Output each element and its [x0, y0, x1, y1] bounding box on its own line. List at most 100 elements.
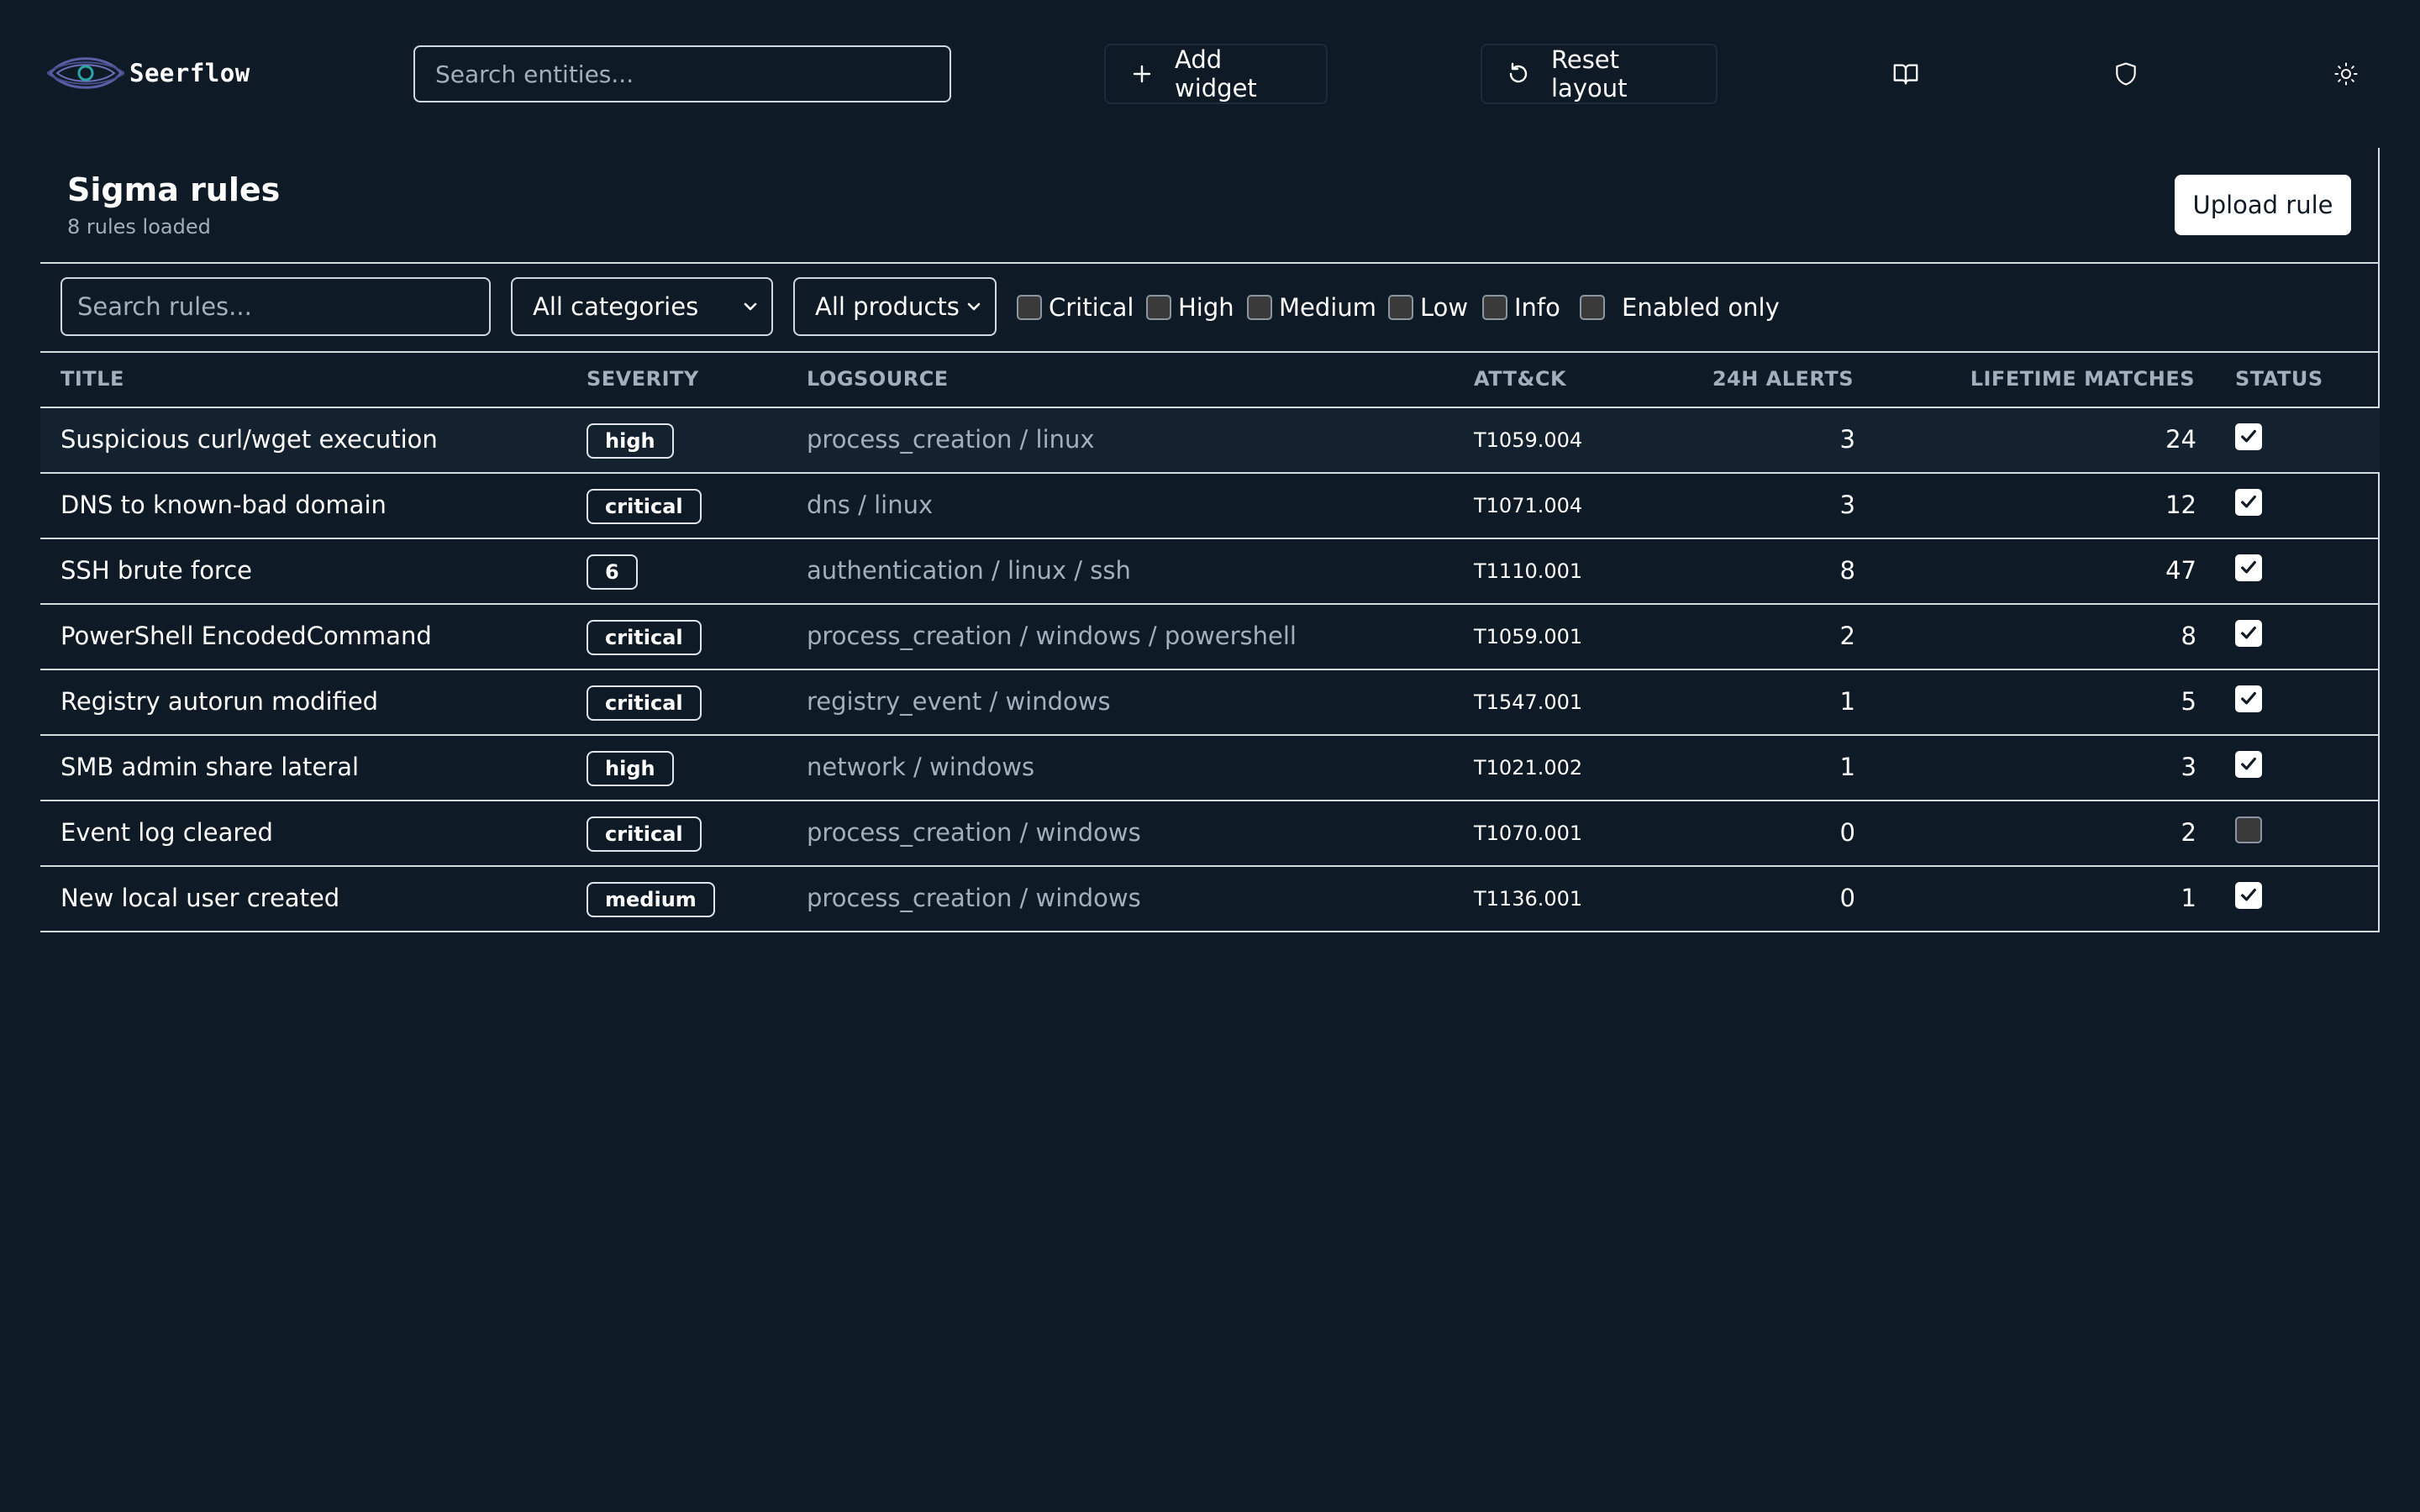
severity-badge: high: [587, 751, 674, 786]
filter-low-checkbox[interactable]: Low: [1388, 293, 1468, 322]
logsource: dns / linux: [807, 491, 934, 519]
category-select[interactable]: All categories: [511, 277, 773, 336]
divider: [40, 262, 2380, 264]
logsource: process_creation / windows: [807, 818, 1141, 847]
lifetime-matches: 24: [2165, 425, 2196, 454]
panel-title: Sigma rules: [67, 171, 281, 208]
app-name: Seerflow: [129, 59, 250, 87]
severity-badge: critical: [587, 816, 702, 852]
checkmark-icon: [2241, 626, 2256, 639]
severity-badge: high: [587, 423, 674, 459]
col-24h-alerts[interactable]: 24H ALERTS: [1712, 367, 1854, 391]
checkmark-icon: [2241, 691, 2256, 705]
rules-count: 8 rules loaded: [67, 215, 211, 239]
lifetime-matches: 3: [2181, 753, 2196, 781]
reset-layout-button[interactable]: Reset layout: [1481, 44, 1718, 104]
checkbox[interactable]: [1388, 295, 1413, 320]
checkmark-icon: [2241, 495, 2256, 508]
rule-enabled-checkbox[interactable]: [2235, 685, 2262, 712]
col-attck[interactable]: ATT&CK: [1474, 367, 1566, 391]
rule-enabled-checkbox[interactable]: [2235, 751, 2262, 778]
severity-badge: medium: [587, 882, 715, 917]
table-row[interactable]: Registry autorun modified critical registr…: [40, 670, 2380, 736]
col-severity[interactable]: SEVERITY: [587, 367, 699, 391]
alerts-24h: 3: [1839, 491, 1855, 519]
logsource: process_creation / windows / powershell: [807, 622, 1297, 650]
checkbox[interactable]: [1017, 295, 1042, 320]
alerts-24h: 2: [1839, 622, 1855, 650]
table-row[interactable]: DNS to known-bad domain critical dns / lin…: [40, 474, 2380, 539]
attck-technique: T1059.001: [1474, 625, 1583, 648]
col-logsource[interactable]: LOGSOURCE: [807, 367, 949, 391]
product-select-value: All products: [815, 292, 960, 321]
severity-badge: critical: [587, 685, 702, 721]
table-row[interactable]: SMB admin share lateral high network / win…: [40, 736, 2380, 801]
logsource: authentication / linux / ssh: [807, 556, 1131, 585]
rule-title[interactable]: SSH brute force: [60, 556, 252, 585]
filter-info-checkbox[interactable]: Info: [1482, 293, 1560, 322]
table-row[interactable]: Suspicious curl/wget execution high proces…: [40, 408, 2380, 474]
security-button[interactable]: [2111, 59, 2141, 89]
alerts-24h: 3: [1839, 425, 1855, 454]
theme-toggle-button[interactable]: [2331, 59, 2361, 89]
checkbox[interactable]: [1482, 295, 1507, 320]
rule-enabled-checkbox[interactable]: [2235, 816, 2262, 843]
rule-title[interactable]: PowerShell EncodedCommand: [60, 622, 432, 650]
checkbox[interactable]: [1580, 295, 1605, 320]
rule-title[interactable]: New local user created: [60, 884, 339, 912]
logsource: network / windows: [807, 753, 1035, 781]
enabled-only-label: Enabled only: [1622, 293, 1780, 322]
sun-icon: [2334, 62, 2358, 86]
severity-badge: critical: [587, 489, 702, 524]
rule-title[interactable]: Event log cleared: [60, 818, 273, 847]
attck-technique: T1071.004: [1474, 494, 1583, 517]
severity-badge: critical: [587, 620, 702, 655]
table-row[interactable]: PowerShell EncodedCommand critical process…: [40, 605, 2380, 670]
entity-search-input[interactable]: [413, 45, 951, 102]
rule-title[interactable]: DNS to known-bad domain: [60, 491, 387, 519]
shield-icon: [2116, 62, 2136, 86]
rule-title[interactable]: Suspicious curl/wget execution: [60, 425, 438, 454]
rule-title[interactable]: SMB admin share lateral: [60, 753, 359, 781]
sigma-rules-panel: Sigma rules 8 rules loaded Upload rule A…: [40, 148, 2380, 932]
alerts-24h: 1: [1839, 687, 1855, 716]
table-row[interactable]: Event log cleared critical process_creatio…: [40, 801, 2380, 867]
chevron-down-icon: [965, 297, 983, 316]
col-status[interactable]: STATUS: [2235, 367, 2323, 391]
table-row[interactable]: SSH brute force 6 authentication / linux /…: [40, 539, 2380, 605]
checkbox[interactable]: [1247, 295, 1272, 320]
alerts-24h: 0: [1839, 884, 1855, 912]
brand[interactable]: Seerflow: [47, 50, 250, 96]
enabled-only-checkbox[interactable]: Enabled only: [1580, 293, 1780, 322]
alerts-24h: 1: [1839, 753, 1855, 781]
alerts-24h: 0: [1839, 818, 1855, 847]
col-title[interactable]: TITLE: [60, 367, 124, 391]
divider: [40, 351, 2380, 353]
attck-technique: T1547.001: [1474, 690, 1583, 714]
rule-title[interactable]: Registry autorun modified: [60, 687, 378, 716]
lifetime-matches: 12: [2165, 491, 2196, 519]
checkbox[interactable]: [1146, 295, 1171, 320]
rule-enabled-checkbox[interactable]: [2235, 554, 2262, 581]
rules-search-input[interactable]: [60, 277, 491, 336]
filter-medium-checkbox[interactable]: Medium: [1247, 293, 1376, 322]
col-lifetime-matches[interactable]: LIFETIME MATCHES: [1970, 367, 2195, 391]
filter-high-checkbox[interactable]: High: [1146, 293, 1234, 322]
docs-button[interactable]: [1891, 59, 1921, 89]
logsource: process_creation / windows: [807, 884, 1141, 912]
filter-critical-checkbox[interactable]: Critical: [1017, 293, 1134, 322]
rule-enabled-checkbox[interactable]: [2235, 882, 2262, 909]
eye-logo-icon: [47, 57, 124, 89]
rule-enabled-checkbox[interactable]: [2235, 489, 2262, 516]
checkmark-icon: [2241, 560, 2256, 574]
add-widget-label: Add widget: [1175, 45, 1257, 102]
severity-badge: 6: [587, 554, 638, 590]
rule-enabled-checkbox[interactable]: [2235, 620, 2262, 647]
add-widget-button[interactable]: Add widget: [1104, 44, 1328, 104]
rule-enabled-checkbox[interactable]: [2235, 423, 2262, 450]
lifetime-matches: 47: [2165, 556, 2196, 585]
upload-rule-button[interactable]: Upload rule: [2175, 175, 2351, 235]
product-select[interactable]: All products: [793, 277, 997, 336]
table-row[interactable]: New local user created medium process_crea…: [40, 867, 2380, 932]
filter-critical-label: Critical: [1049, 293, 1134, 322]
